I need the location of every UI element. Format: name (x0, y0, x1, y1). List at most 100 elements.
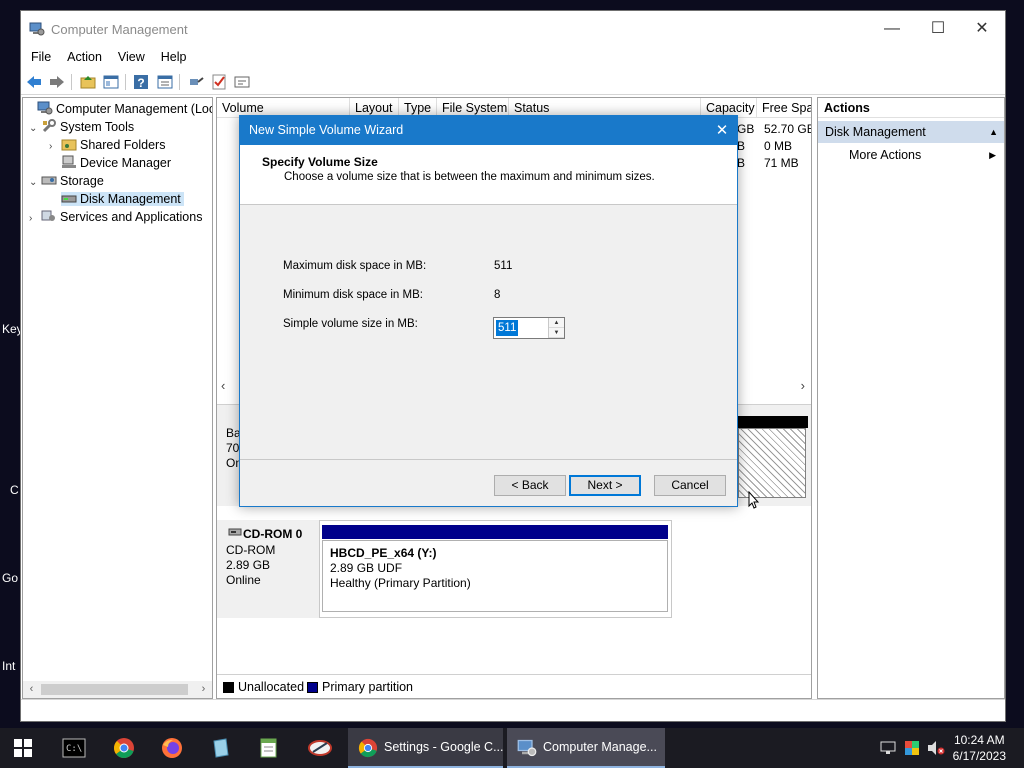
tree-item-computer-management[interactable]: Computer Management (Local (25, 100, 213, 118)
next-button[interactable]: Next > (569, 475, 641, 496)
tree-item-system-tools[interactable]: ⌄ System Tools (29, 118, 134, 136)
volume-size-input[interactable]: 511 (496, 320, 519, 336)
show-hide-tree-icon[interactable] (102, 73, 120, 91)
title-bar[interactable]: Computer Management — ☐ ✕ (21, 11, 1005, 47)
storage-icon (41, 176, 57, 185)
chrome-icon[interactable] (113, 737, 135, 759)
cdrom-name: CD-ROM 0 (243, 527, 303, 541)
tree-item-device-manager[interactable]: Device Manager (49, 154, 171, 172)
scroll-right-arrow-icon[interactable]: › (195, 681, 212, 698)
close-button[interactable]: ✕ (959, 11, 1005, 47)
notes-app-icon[interactable] (210, 737, 232, 759)
task-label: Settings - Google C... (384, 740, 504, 754)
actions-group-disk-management[interactable]: Disk Management ▲ (818, 121, 1004, 143)
partition-size: 2.89 GB UDF (330, 561, 403, 575)
windows-start-icon[interactable] (14, 739, 32, 757)
toolbar-separator (125, 74, 126, 90)
menu-help[interactable]: Help (155, 47, 193, 67)
firefox-icon[interactable] (161, 737, 183, 759)
tree-item-disk-management[interactable]: Disk Management (49, 190, 184, 208)
scroll-right-arrow-icon[interactable]: › (801, 378, 805, 393)
action-more-actions[interactable]: More Actions (849, 148, 921, 162)
scroll-left-arrow-icon[interactable]: ‹ (23, 681, 40, 698)
help-icon[interactable]: ? (132, 73, 150, 91)
tree-label: Services and Applications (60, 210, 203, 224)
task-label: Computer Manage... (543, 740, 657, 754)
services-icon (41, 210, 55, 221)
disk-management-icon (61, 195, 77, 203)
dialog-title-bar[interactable]: New Simple Volume Wizard ✕ (240, 116, 737, 145)
connect-icon[interactable] (187, 73, 205, 91)
tree-item-services-and-applications[interactable]: › Services and Applications (29, 208, 202, 226)
dialog-close-button[interactable]: ✕ (707, 116, 737, 145)
forward-arrow-icon[interactable] (48, 73, 66, 91)
volume-muted-icon[interactable] (927, 740, 945, 756)
collapse-up-icon[interactable]: ▲ (989, 121, 998, 143)
new-simple-volume-wizard: New Simple Volume Wizard ✕ Specify Volum… (239, 115, 738, 507)
utility-app-icon[interactable] (307, 737, 333, 759)
actions-header: Actions (818, 98, 1004, 118)
unallocated-region[interactable] (738, 428, 806, 498)
expand-chevron-icon[interactable]: ⌄ (29, 174, 41, 192)
legend-swatch-unallocated (223, 682, 234, 693)
console-icon[interactable] (233, 73, 251, 91)
expand-chevron-icon[interactable]: ⌄ (29, 120, 41, 138)
spin-down-icon[interactable]: ▼ (549, 328, 564, 338)
free-space-cell: 52.70 GB (764, 122, 812, 136)
cdrom-partition[interactable]: HBCD_PE_x64 (Y:) 2.89 GB UDF Healthy (Pr… (322, 540, 668, 612)
checklist-icon[interactable] (210, 73, 228, 91)
menu-view[interactable]: View (112, 47, 151, 67)
cdrom-size: 2.89 GB (226, 558, 271, 572)
tree-label: Computer Management (Local (56, 102, 213, 116)
legend-swatch-primary-partition (307, 682, 318, 693)
cdrom-type: CD-ROM (226, 543, 276, 557)
capacity-cell: B (737, 139, 746, 153)
properties-icon[interactable] (156, 73, 174, 91)
legend-label-unallocated: Unallocated (238, 680, 305, 694)
taskbar: C:\ Settings - Google C... Computer Mana… (0, 728, 1024, 768)
scroll-left-arrow-icon[interactable]: ‹ (221, 378, 225, 393)
computer-management-icon (517, 739, 537, 757)
status-bar (21, 699, 1005, 721)
partition-legend: Unallocated Primary partition (217, 674, 811, 698)
menu-action[interactable]: Action (61, 47, 108, 67)
min-disk-space-label: Minimum disk space in MB: (283, 289, 423, 301)
tree-label: Device Manager (80, 156, 172, 170)
actions-pane: Actions Disk Management ▲ More Actions ▶ (817, 97, 1005, 699)
dialog-separator (240, 459, 737, 460)
taskbar-task-computer-management[interactable]: Computer Manage... (507, 728, 665, 768)
minimize-button[interactable]: — (869, 11, 915, 47)
max-disk-space-label: Maximum disk space in MB: (283, 260, 427, 272)
menu-file[interactable]: File (25, 47, 57, 67)
collapse-chevron-icon[interactable]: › (29, 210, 41, 228)
capacity-cell: GB (737, 122, 755, 136)
desktop-label-4: Int (2, 659, 16, 673)
command-prompt-icon[interactable]: C:\ (62, 738, 86, 758)
submenu-arrow-icon[interactable]: ▶ (989, 150, 996, 161)
toolbar-separator (179, 74, 180, 90)
notepad-icon[interactable] (258, 737, 280, 759)
mouse-cursor-icon (748, 491, 760, 509)
scrollbar-thumb[interactable] (41, 684, 188, 695)
tree-horizontal-scrollbar[interactable]: ‹ › (23, 681, 212, 698)
up-folder-icon[interactable] (79, 73, 97, 91)
tree-label: Storage (60, 174, 104, 188)
column-header-free-space[interactable]: Free Spa (757, 98, 811, 118)
taskbar-task-chrome-settings[interactable]: Settings - Google C... (348, 728, 504, 768)
toolbar-separator (71, 74, 72, 90)
tree-item-shared-folders[interactable]: › Shared Folders (49, 136, 165, 154)
free-space-cell: 0 MB (764, 139, 793, 153)
back-button[interactable]: < Back (494, 475, 566, 496)
maximize-button[interactable]: ☐ (915, 11, 961, 47)
system-clock[interactable]: 10:24 AM 6/17/2023 (953, 732, 1006, 764)
volume-size-spinbox[interactable]: 511 ▲ ▼ (493, 317, 565, 339)
cancel-button[interactable]: Cancel (654, 475, 726, 496)
back-arrow-icon[interactable] (25, 73, 43, 91)
spin-up-icon[interactable]: ▲ (549, 318, 564, 328)
color-settings-icon[interactable] (904, 740, 920, 756)
primary-partition-bar (322, 525, 668, 539)
system-tools-icon (42, 119, 56, 133)
network-icon[interactable] (880, 741, 896, 755)
tree-item-storage[interactable]: ⌄ Storage (29, 172, 104, 190)
wizard-subheading: Choose a volume size that is between the… (284, 171, 655, 183)
